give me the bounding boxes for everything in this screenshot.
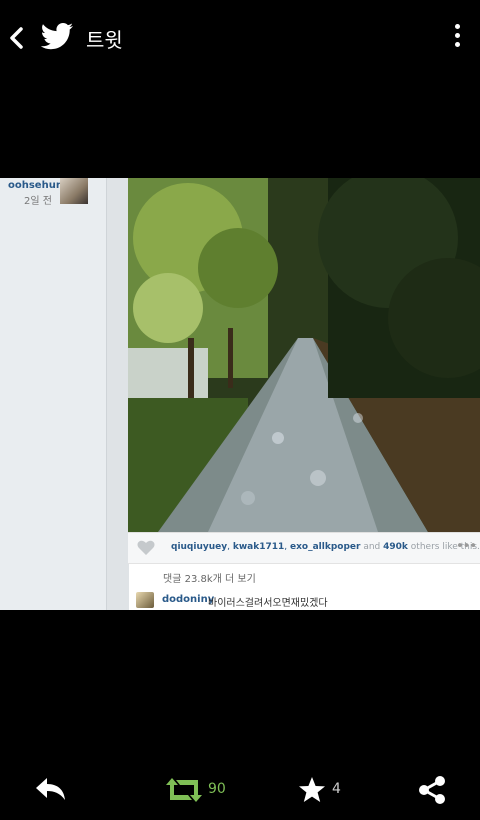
more-options-icon[interactable] [446, 20, 468, 56]
back-icon[interactable] [6, 22, 30, 54]
reply-button[interactable] [34, 776, 68, 804]
screen-title: 트윗 [86, 28, 123, 52]
likes-count: 490k [383, 542, 408, 552]
commenter-avatar [136, 592, 154, 608]
post-username: oohsehun [8, 180, 63, 191]
panel-divider [106, 178, 129, 610]
twitter-bird-icon [40, 22, 74, 52]
share-icon [419, 776, 445, 804]
likes-and: and [363, 542, 381, 552]
top-app-bar: 트윗 [0, 0, 480, 76]
liker-username[interactable]: exo_allkpoper [290, 542, 360, 552]
tweet-media-image[interactable]: oohsehun 2일 전 qiuqiuyuey, kwak1711, exo_… [0, 178, 480, 610]
liker-username[interactable]: qiuqiuyuey [171, 542, 227, 552]
likes-bar: qiuqiuyuey, kwak1711, exo_allkpoper and … [128, 532, 480, 564]
favorite-count: 4 [332, 781, 341, 797]
comment-text: 바이러스걸려서오면재밌겠다 [208, 598, 328, 609]
user-avatar [60, 178, 88, 204]
tweet-actions-bar: 90 4 [0, 762, 480, 820]
reply-icon [36, 778, 65, 800]
post-time: 2일 전 [24, 196, 52, 207]
retweet-count: 90 [208, 781, 226, 797]
view-more-comments[interactable]: 댓글 23.8k개 더 보기 [163, 570, 256, 585]
star-icon [299, 777, 325, 802]
ellipsis-icon[interactable]: ••• [456, 539, 477, 554]
favorite-button[interactable]: 4 [298, 776, 348, 804]
liker-username[interactable]: kwak1711 [233, 542, 284, 552]
tree-path-photo [128, 178, 480, 532]
instagram-sidebar: oohsehun 2일 전 [0, 178, 106, 610]
commenter-username[interactable]: dodoniny [162, 594, 214, 605]
heart-icon[interactable] [137, 540, 155, 556]
retweet-button[interactable]: 90 [166, 776, 236, 804]
retweet-icon [166, 778, 202, 802]
share-button[interactable] [418, 776, 446, 804]
likes-text: qiuqiuyuey, kwak1711, exo_allkpoper and … [171, 542, 480, 552]
